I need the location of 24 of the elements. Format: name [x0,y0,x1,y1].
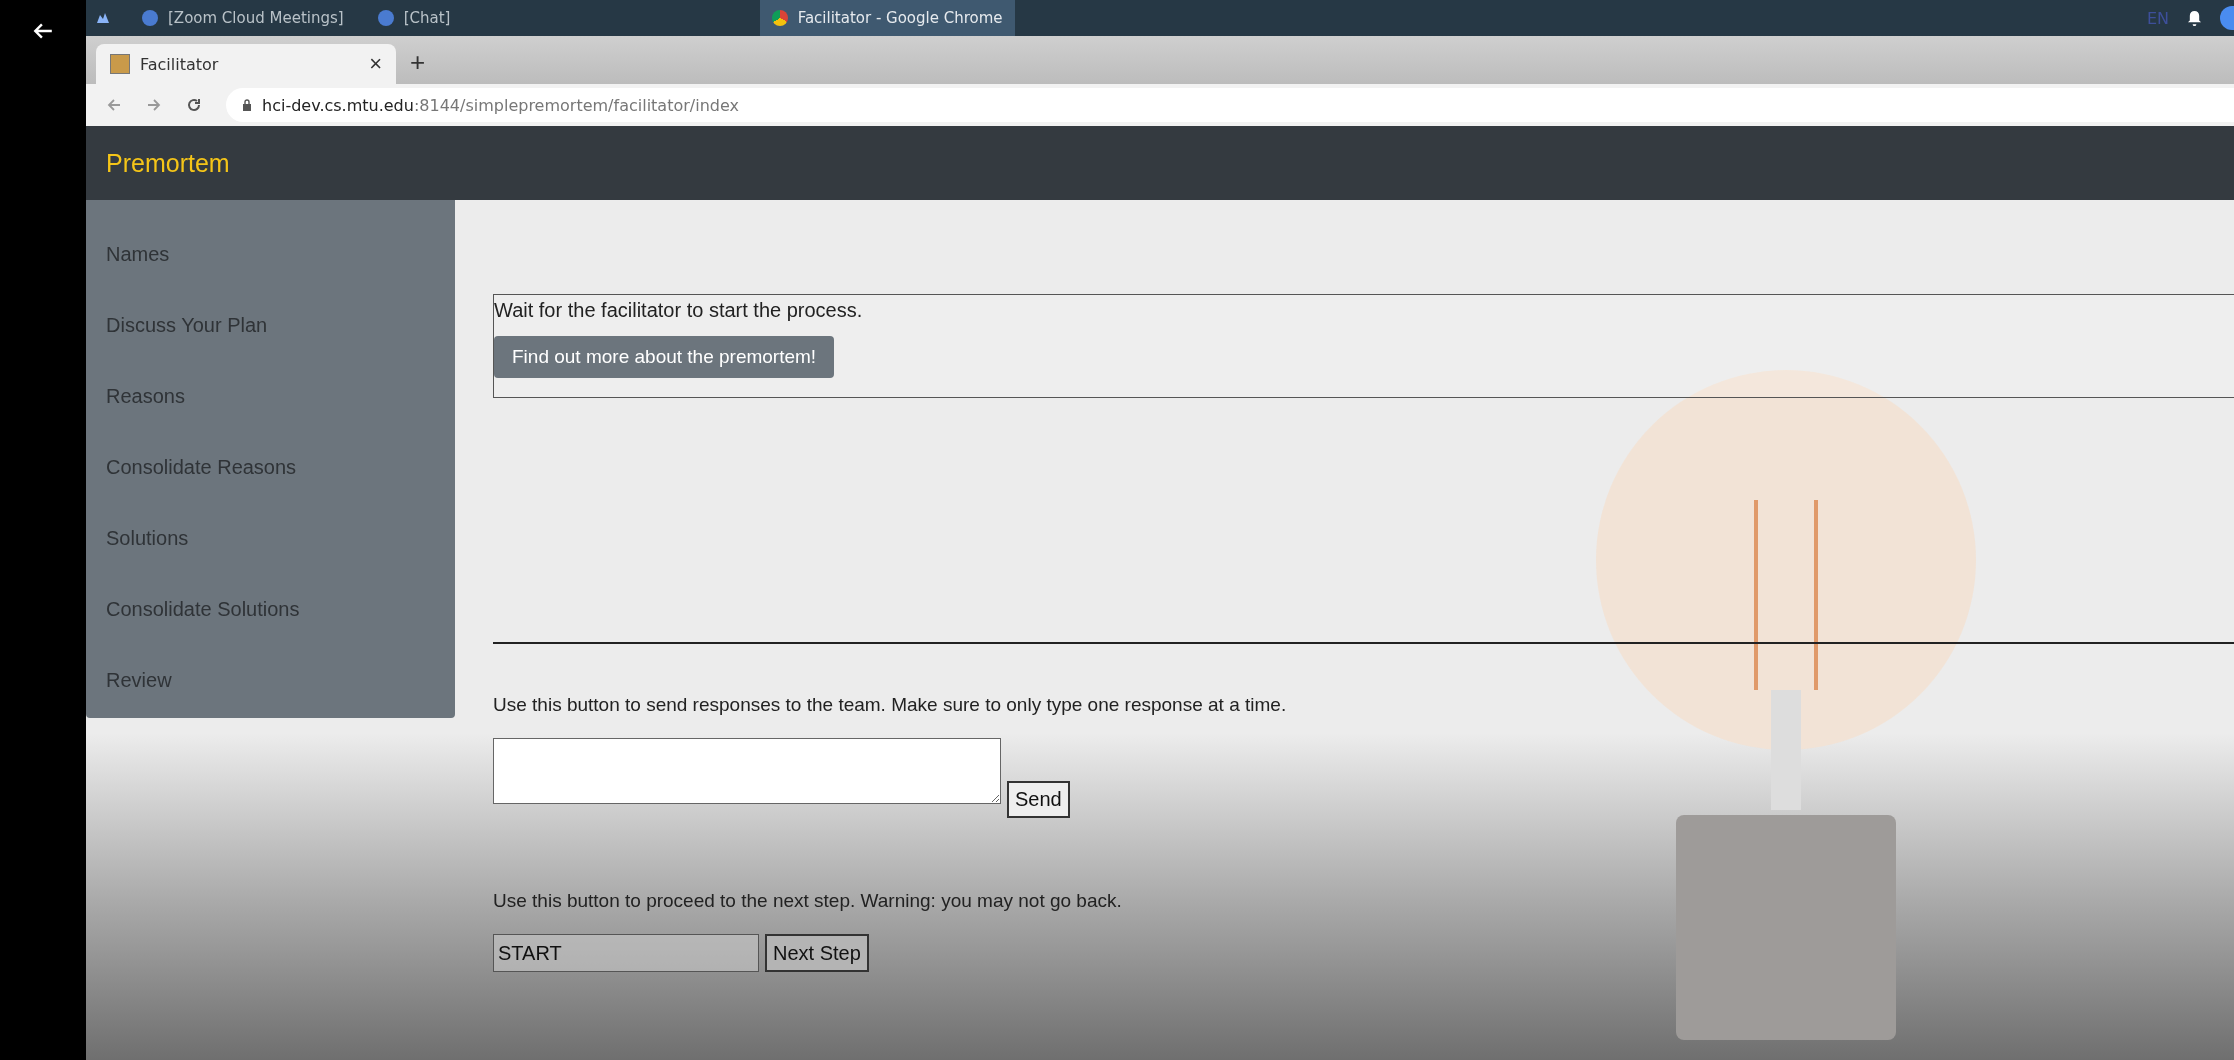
instruction-text: Use this button to send responses to the team. Make sure to only type one response at a time. [493,694,1288,716]
tab-title: Facilitator [140,54,220,74]
address-bar[interactable]: hci-dev.cs.mtu.edu:8144/simplepremortem/facilitator/index [226,88,2234,122]
taskbar-window[interactable]: [Zoom Cloud Meetings] [130,0,356,36]
browser-tab[interactable]: Facilitator × [96,44,396,84]
instruction-text: Use this button to proceed to the next step. Warning: you may not go back. [493,890,1123,912]
bell-icon[interactable] [2187,9,2202,27]
taskbar-window[interactable]: [Chat] [365,0,590,36]
forward-icon[interactable] [146,97,162,113]
close-tab-button[interactable]: × [369,51,382,77]
lock-icon [242,99,252,111]
send-button[interactable]: Send [1007,781,1070,818]
notice-text: Wait for the facilitator to start the process. [494,299,863,322]
back-icon[interactable] [106,97,122,113]
brand-link[interactable]: Premortem [106,148,230,178]
next-step-button[interactable]: Next Step [765,934,869,972]
learn-more-button[interactable]: Find out more about the premortem! [494,336,835,378]
taskbar-window[interactable]: Facilitator - Google Chrome [759,0,1015,36]
response-field[interactable] [493,738,1001,804]
favicon-icon [110,54,130,74]
reload-icon[interactable] [186,97,202,113]
new-tab-button[interactable]: + [396,47,440,84]
avatar-icon[interactable] [2220,6,2234,30]
step-field[interactable]: START [493,934,759,972]
